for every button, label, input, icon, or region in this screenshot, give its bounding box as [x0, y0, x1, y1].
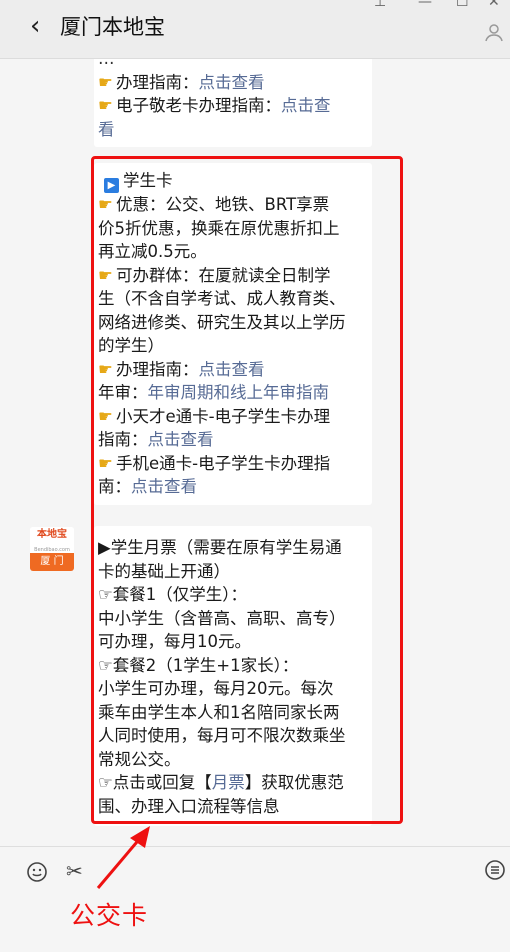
- more-icon[interactable]: [484, 859, 506, 886]
- avatar[interactable]: 本地宝 Bendibao.com 厦 门: [30, 527, 74, 571]
- minimize-icon[interactable]: —: [418, 0, 432, 10]
- scissors-icon[interactable]: ✂: [66, 859, 83, 883]
- emoji-icon[interactable]: [26, 861, 48, 888]
- close-icon[interactable]: ✕: [488, 0, 500, 10]
- avatar-city-label: 厦 门: [30, 553, 74, 571]
- guide-link[interactable]: 点击查看: [199, 73, 265, 92]
- pointing-hand-icon: ☛: [98, 96, 113, 115]
- annotation-label: 公交卡: [70, 901, 149, 930]
- person-icon[interactable]: [484, 22, 504, 47]
- partial-text: …: [98, 59, 368, 71]
- back-button[interactable]: ‹: [30, 12, 40, 40]
- ecard-guide-link-cont[interactable]: 看: [98, 120, 115, 139]
- highlight-box: [91, 156, 403, 824]
- pointing-hand-icon: ☛: [98, 72, 113, 92]
- message-bubble: … ☛办理指南：点击查看 ☛电子敬老卡办理指南：点击查 看: [94, 59, 372, 147]
- ecard-guide-link[interactable]: 点击查: [281, 96, 331, 115]
- title-bar: ⊥ — ☐ ✕ ‹ 厦门本地宝: [0, 0, 510, 59]
- pin-icon[interactable]: ⊥: [374, 0, 386, 10]
- maximize-icon[interactable]: ☐: [456, 0, 469, 10]
- ecard-guide-label: 电子敬老卡办理指南：: [116, 96, 281, 115]
- guide-label: 办理指南：: [116, 72, 199, 92]
- chat-title: 厦门本地宝: [60, 15, 165, 39]
